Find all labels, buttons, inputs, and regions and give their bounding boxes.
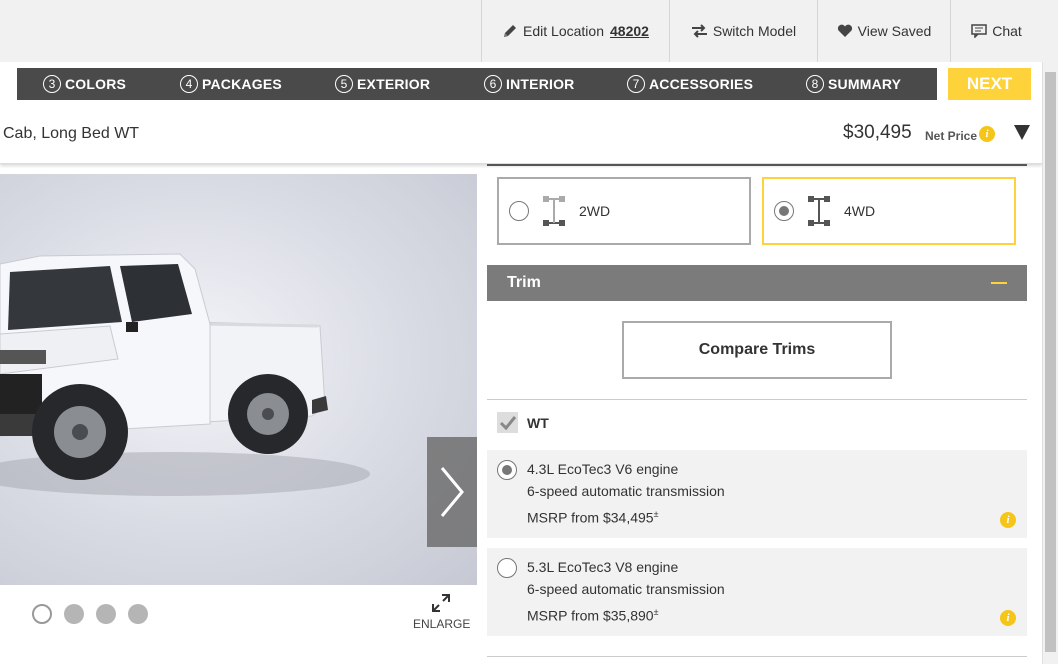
step-colors[interactable]: 3 COLORS bbox=[43, 68, 126, 100]
price-info-icon[interactable]: i bbox=[979, 126, 995, 142]
gallery-dot[interactable] bbox=[96, 604, 116, 624]
drive-option-2wd[interactable]: 2WD bbox=[497, 177, 751, 245]
edit-location-label: Edit Location bbox=[523, 23, 604, 39]
step-number: 4 bbox=[180, 75, 198, 93]
chat-label: Chat bbox=[992, 23, 1022, 39]
drive-label: 4WD bbox=[844, 203, 876, 219]
axle-2wd-icon bbox=[543, 196, 565, 226]
expand-arrows-icon bbox=[432, 594, 450, 612]
view-saved-button[interactable]: View Saved bbox=[817, 0, 950, 62]
switch-model-label: Switch Model bbox=[712, 23, 797, 39]
compare-trims-button[interactable]: Compare Trims bbox=[622, 321, 892, 379]
trim-wt-selector[interactable]: WT bbox=[497, 412, 549, 433]
vertical-scrollbar[interactable] bbox=[1042, 62, 1058, 664]
main-panel: 3 COLORS 4 PACKAGES 5 EXTERIOR 6 INTERIO… bbox=[0, 62, 1042, 664]
transmission: 6-speed automatic transmission bbox=[527, 483, 725, 499]
expand-summary-caret-icon[interactable] bbox=[1014, 125, 1030, 140]
gallery-dot[interactable] bbox=[128, 604, 148, 624]
drive-option-4wd[interactable]: 4WD bbox=[762, 177, 1016, 245]
enlarge-button[interactable]: ENLARGE bbox=[413, 594, 471, 631]
transmission: 6-speed automatic transmission bbox=[527, 581, 725, 597]
utility-bar: Edit Location 48202 Switch Model View Sa… bbox=[0, 0, 1058, 62]
step-label: INTERIOR bbox=[506, 76, 575, 92]
msrp: MSRP from $34,495± bbox=[527, 509, 659, 526]
step-number: 3 bbox=[43, 75, 61, 93]
engine-info-icon[interactable]: i bbox=[1000, 512, 1016, 528]
footnote-mark: ± bbox=[653, 509, 659, 519]
checkmark-icon bbox=[499, 415, 516, 430]
msrp-text: MSRP from $35,890 bbox=[527, 607, 654, 624]
engine-option-v8[interactable]: 5.3L EcoTec3 V8 engine 6-speed automatic… bbox=[487, 548, 1027, 636]
radio-button[interactable] bbox=[497, 558, 517, 578]
drive-label: 2WD bbox=[579, 203, 611, 219]
truck-illustration bbox=[0, 253, 370, 496]
gallery-dot[interactable] bbox=[32, 604, 52, 624]
axle-4wd-icon bbox=[808, 196, 830, 226]
collapse-minus-icon[interactable] bbox=[991, 282, 1007, 284]
step-number: 7 bbox=[627, 75, 645, 93]
scrollbar-thumb[interactable] bbox=[1045, 72, 1056, 652]
step-number: 6 bbox=[484, 75, 502, 93]
enlarge-label: ENLARGE bbox=[413, 617, 471, 631]
engine-option-v6[interactable]: 4.3L EcoTec3 V6 engine 6-speed automatic… bbox=[487, 450, 1027, 538]
heart-icon bbox=[837, 24, 852, 37]
engine-name: 4.3L EcoTec3 V6 engine bbox=[527, 461, 679, 477]
trim-name: WT bbox=[527, 414, 549, 431]
engine-name: 5.3L EcoTec3 V8 engine bbox=[527, 559, 679, 575]
edit-location-button[interactable]: Edit Location 48202 bbox=[481, 0, 669, 62]
vehicle-image bbox=[0, 174, 477, 585]
chevron-right-icon bbox=[440, 467, 464, 517]
net-price-label: Net Price bbox=[925, 129, 978, 143]
vehicle-name: Cab, Long Bed WT bbox=[3, 125, 140, 142]
switch-model-button[interactable]: Switch Model bbox=[669, 0, 817, 62]
step-number: 8 bbox=[806, 75, 824, 93]
net-price: $30,495 bbox=[843, 122, 912, 143]
step-label: PACKAGES bbox=[202, 76, 282, 92]
zip-code-link[interactable]: 48202 bbox=[610, 23, 649, 39]
msrp: MSRP from $35,890± bbox=[527, 607, 659, 624]
engine-info-icon[interactable]: i bbox=[1000, 610, 1016, 626]
step-exterior[interactable]: 5 EXTERIOR bbox=[335, 68, 430, 100]
radio-button[interactable] bbox=[509, 201, 529, 221]
radio-button-selected[interactable] bbox=[497, 460, 517, 480]
checkbox[interactable] bbox=[497, 412, 518, 433]
next-image-button[interactable] bbox=[427, 437, 477, 547]
msrp-text: MSRP from $34,495 bbox=[527, 509, 654, 526]
trim-header-label: Trim bbox=[507, 274, 541, 291]
footnote-mark: ± bbox=[653, 607, 659, 617]
vehicle-summary-bar: Cab, Long Bed WT $30,495 Net Price i bbox=[0, 102, 1042, 164]
section-separator bbox=[487, 399, 1027, 400]
section-separator bbox=[487, 656, 1027, 657]
step-summary[interactable]: 8 SUMMARY bbox=[806, 68, 901, 100]
section-divider bbox=[487, 164, 1027, 166]
step-interior[interactable]: 6 INTERIOR bbox=[484, 68, 575, 100]
step-number: 5 bbox=[335, 75, 353, 93]
view-saved-label: View Saved bbox=[857, 23, 932, 39]
step-navigation: 3 COLORS 4 PACKAGES 5 EXTERIOR 6 INTERIO… bbox=[17, 68, 937, 100]
chat-button[interactable]: Chat bbox=[950, 0, 1042, 62]
step-label: EXTERIOR bbox=[357, 76, 431, 92]
configurator-page: Edit Location 48202 Switch Model View Sa… bbox=[0, 0, 1058, 664]
trim-section-header[interactable]: Trim bbox=[487, 265, 1027, 301]
next-button[interactable]: NEXT bbox=[948, 68, 1031, 100]
gallery-pagination bbox=[32, 604, 160, 624]
radio-button-selected[interactable] bbox=[774, 201, 794, 221]
step-label: COLORS bbox=[65, 76, 127, 92]
step-packages[interactable]: 4 PACKAGES bbox=[180, 68, 282, 100]
gallery-dot[interactable] bbox=[64, 604, 84, 624]
step-label: SUMMARY bbox=[828, 76, 902, 92]
step-label: ACCESSORIES bbox=[649, 76, 754, 92]
chat-icon bbox=[971, 24, 987, 38]
pencil-icon bbox=[504, 25, 517, 37]
step-accessories[interactable]: 7 ACCESSORIES bbox=[627, 68, 753, 100]
swap-arrows-icon bbox=[691, 24, 707, 38]
